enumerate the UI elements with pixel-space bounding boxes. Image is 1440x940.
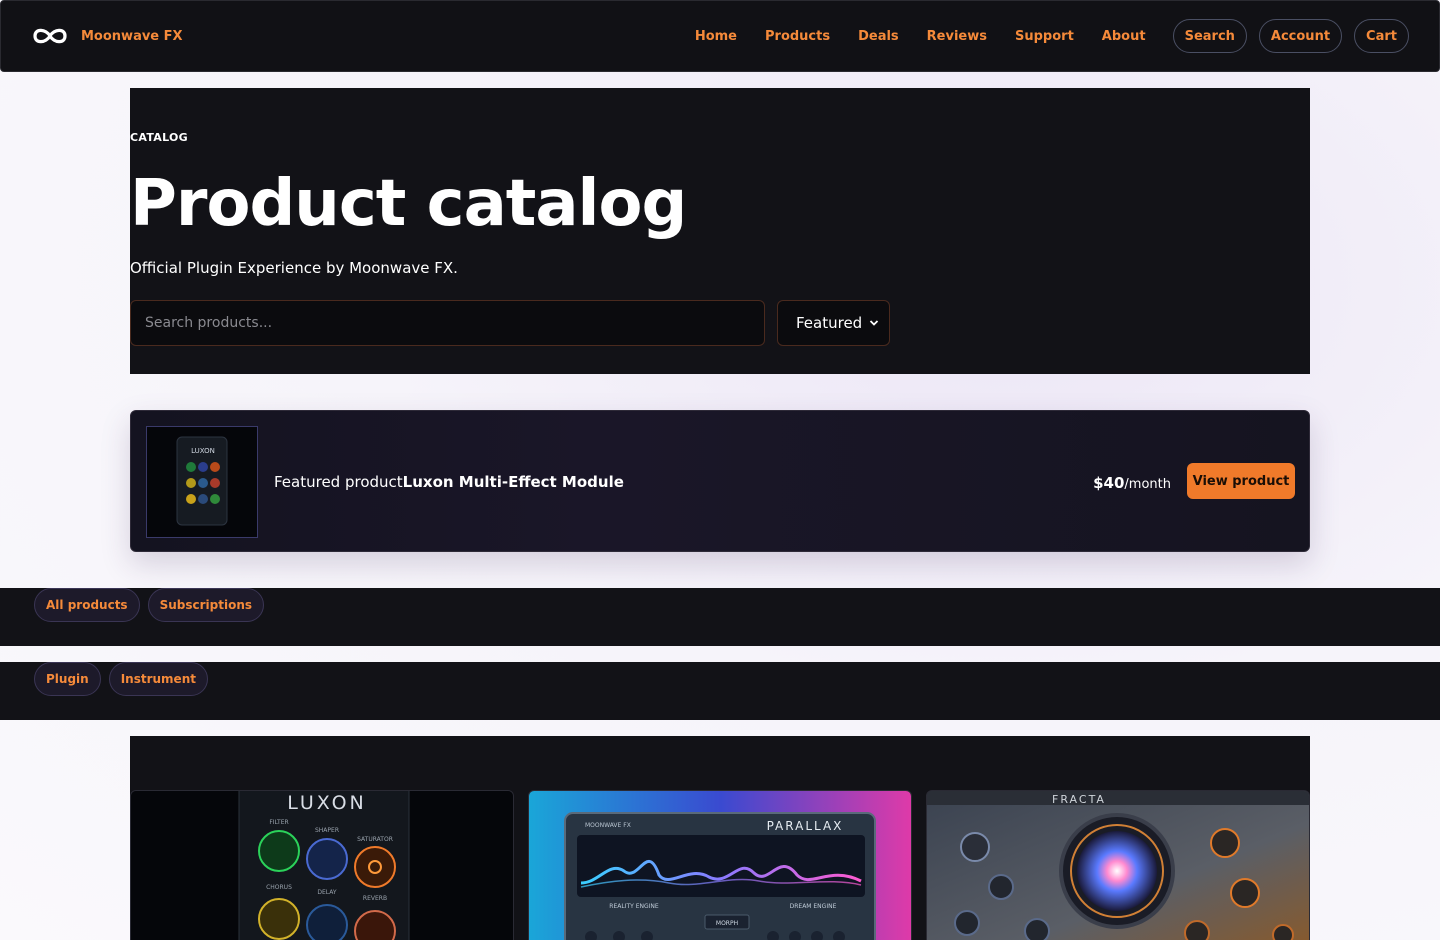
category-filter-bar: All products Subscriptions: [0, 588, 1440, 646]
product-card-fracta[interactable]: FRACTA: [926, 790, 1310, 940]
filter-instrument[interactable]: Instrument: [108, 662, 208, 696]
brand[interactable]: Moonwave FX: [31, 25, 183, 47]
featured-price: $40/month: [1093, 474, 1171, 492]
parallax-label-reality: REALITY ENGINE: [609, 903, 659, 910]
nav-link-home[interactable]: Home: [695, 29, 737, 44]
cart-button[interactable]: Cart: [1354, 19, 1409, 53]
account-button[interactable]: Account: [1258, 19, 1343, 53]
product-image-parallax: MOONWAVE FX PARALLAX REALITY ENGINE DREA…: [529, 791, 911, 940]
luxon-label-saturator: SATURATOR: [357, 836, 393, 843]
nav-link-deals[interactable]: Deals: [858, 29, 899, 44]
page-subtitle: Official Plugin Experience by Moonwave F…: [130, 259, 458, 277]
catalog-hero: CATALOG Product catalog Official Plugin …: [130, 88, 1310, 374]
luxon-label-reverb: REVERB: [363, 895, 387, 902]
parallax-label-morph: MORPH: [716, 920, 738, 927]
fracta-title: FRACTA: [1052, 793, 1106, 806]
featured-product-image: LUXON: [146, 426, 258, 538]
featured-product-text: Featured productLuxon Multi-Effect Modul…: [274, 473, 624, 491]
brand-name: Moonwave FX: [81, 28, 183, 44]
parallax-label-dream: DREAM ENGINE: [790, 903, 837, 910]
search-button[interactable]: Search: [1172, 19, 1247, 53]
featured-product-card: LUXON Featured productLuxon Multi-Effect…: [130, 410, 1310, 552]
product-image-fracta: FRACTA: [927, 791, 1309, 940]
luxon-label-delay: DELAY: [317, 889, 337, 896]
parallax-brand: MOONWAVE FX: [585, 822, 631, 829]
nav-link-support[interactable]: Support: [1015, 29, 1074, 44]
thumb-luxon-label: LUXON: [191, 447, 215, 455]
featured-label: Featured product: [274, 473, 403, 491]
eyebrow-label: CATALOG: [130, 131, 188, 144]
price-period: /month: [1124, 477, 1171, 492]
product-image-luxon: LUXON FILTER SHAPER SATURATOR CHORUS DEL…: [131, 791, 513, 940]
product-card-luxon[interactable]: LUXON FILTER SHAPER SATURATOR CHORUS DEL…: [130, 790, 514, 940]
product-card-parallax[interactable]: MOONWAVE FX PARALLAX REALITY ENGINE DREA…: [528, 790, 912, 940]
filter-subscriptions[interactable]: Subscriptions: [147, 588, 265, 622]
filter-plugin[interactable]: Plugin: [34, 662, 101, 696]
luxon-label-filter: FILTER: [269, 819, 288, 826]
sort-value: Featured: [796, 314, 863, 332]
luxon-title: LUXON: [287, 792, 367, 814]
parallax-title: PARALLAX: [767, 819, 844, 833]
nav-link-reviews[interactable]: Reviews: [927, 29, 987, 44]
nav-link-about[interactable]: About: [1102, 29, 1146, 44]
top-navbar: Moonwave FX Home Products Deals Reviews …: [0, 0, 1440, 72]
search-input[interactable]: [130, 300, 765, 346]
sort-select[interactable]: Featured: [777, 300, 890, 346]
featured-product-name: Luxon Multi-Effect Module: [402, 473, 624, 491]
filter-all-products[interactable]: All products: [34, 588, 140, 622]
price-amount: $40: [1093, 474, 1125, 492]
type-filter-bar: Plugin Instrument: [0, 662, 1440, 720]
chevron-down-icon: [869, 320, 879, 326]
infinity-logo-icon: [33, 28, 67, 44]
view-product-button[interactable]: View product: [1187, 463, 1295, 499]
luxon-label-shaper: SHAPER: [315, 827, 339, 834]
page-title: Product catalog: [130, 167, 687, 241]
luxon-label-chorus: CHORUS: [266, 884, 292, 891]
nav-link-products[interactable]: Products: [765, 29, 830, 44]
product-grid: LUXON FILTER SHAPER SATURATOR CHORUS DEL…: [130, 736, 1310, 940]
